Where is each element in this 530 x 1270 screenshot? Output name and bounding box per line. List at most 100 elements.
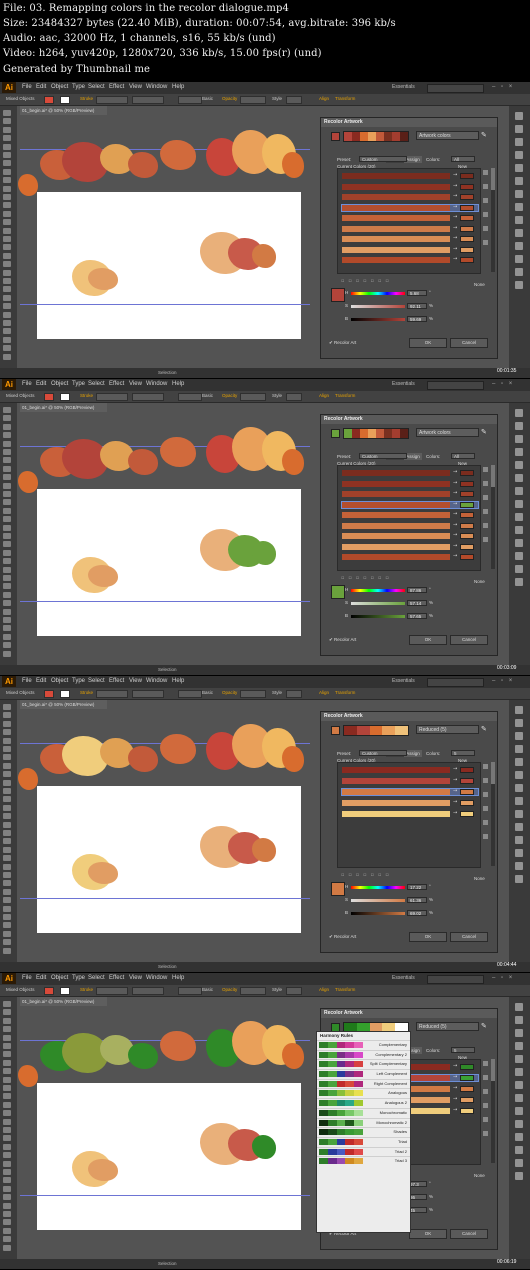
color-row[interactable]: →	[342, 469, 478, 476]
search-input[interactable]	[427, 381, 484, 390]
color-row[interactable]: →	[342, 522, 478, 529]
new-color-swatch[interactable]	[460, 1108, 474, 1114]
panel-icon[interactable]	[515, 732, 523, 740]
document-tab[interactable]: 01_begin.ai* @ 50% (RGB/Preview)	[20, 997, 107, 1006]
ok-button[interactable]: OK	[409, 338, 447, 348]
new-row-icon[interactable]	[483, 509, 488, 514]
tree-shape[interactable]	[88, 268, 118, 290]
scrollbar-thumb[interactable]	[491, 168, 495, 190]
new-color-swatch[interactable]	[460, 1064, 474, 1070]
current-color-bar[interactable]	[342, 470, 450, 476]
tool-icon[interactable]	[3, 1026, 11, 1033]
tool-icon[interactable]	[3, 177, 11, 184]
tool-icon[interactable]	[3, 1093, 11, 1100]
panel-icon[interactable]	[515, 164, 523, 172]
menu-type[interactable]: Type	[72, 84, 85, 90]
new-color-swatch[interactable]	[460, 533, 474, 539]
menu-effect[interactable]: Effect	[109, 381, 124, 387]
tool-icon[interactable]	[3, 617, 11, 623]
panel-icon[interactable]	[515, 810, 523, 818]
window-controls[interactable]: – ▫ ×	[492, 678, 514, 684]
menu-window[interactable]: Window	[146, 381, 167, 387]
tool-icon[interactable]	[3, 440, 11, 447]
random-saturation-icon[interactable]	[483, 1131, 488, 1136]
brush-line-preview[interactable]	[178, 987, 202, 995]
panel-icon[interactable]	[515, 1003, 523, 1011]
tool-icon[interactable]	[3, 1085, 11, 1091]
color-group-strip[interactable]	[343, 428, 409, 439]
arrow-icon[interactable]: →	[453, 256, 457, 262]
arrow-icon[interactable]: →	[453, 172, 457, 178]
panel-icon[interactable]	[515, 1133, 523, 1141]
menu-help[interactable]: Help	[172, 678, 184, 684]
tool-icon[interactable]	[3, 914, 11, 920]
tool-icon[interactable]	[3, 524, 11, 531]
harmony-rule-item[interactable]: Complementary 2	[317, 1049, 410, 1060]
new-color-swatch[interactable]	[460, 1075, 474, 1081]
tool-icon[interactable]	[3, 202, 11, 209]
random-order-icon[interactable]	[483, 226, 488, 231]
menu-view[interactable]: View	[129, 84, 142, 90]
new-color-swatch[interactable]	[460, 789, 474, 795]
tool-icon[interactable]	[3, 110, 11, 116]
color-group-name-field[interactable]: Artwork colors	[416, 428, 479, 437]
current-color-bar[interactable]	[342, 173, 450, 179]
tool-icon[interactable]	[3, 407, 11, 413]
tool-icon[interactable]	[3, 1160, 11, 1167]
scrollbar-thumb[interactable]	[491, 1059, 495, 1081]
arrow-icon[interactable]: →	[453, 501, 457, 507]
tool-icon[interactable]	[3, 1051, 11, 1058]
panel-icon[interactable]	[515, 552, 523, 560]
arrow-icon[interactable]: →	[453, 1096, 457, 1102]
harmony-rule-item[interactable]: Triad 3	[317, 1156, 410, 1166]
menu-select[interactable]: Select	[88, 381, 105, 387]
tool-icon[interactable]	[3, 474, 11, 481]
opacity-label[interactable]: Opacity	[222, 690, 237, 695]
current-color-bar[interactable]	[342, 512, 450, 518]
exclude-colors-icon[interactable]	[483, 495, 488, 500]
document-tab[interactable]: 01_begin.ai* @ 50% (RGB/Preview)	[20, 106, 107, 115]
new-color-swatch[interactable]	[460, 204, 474, 211]
stroke-label[interactable]: Stroke	[80, 987, 93, 992]
color-row[interactable]: →	[342, 511, 478, 518]
tool-icon[interactable]	[3, 541, 11, 548]
workspace-switcher[interactable]: Essentials	[392, 678, 415, 684]
color-row[interactable]: →	[342, 246, 478, 253]
tool-icon[interactable]	[3, 779, 11, 786]
separate-colors-icon[interactable]	[483, 778, 488, 783]
arrow-icon[interactable]: →	[453, 553, 457, 559]
recolor-art-checkbox[interactable]: ✔ Recolor Art	[329, 637, 356, 643]
tree-shape[interactable]	[88, 565, 118, 587]
panel-icon[interactable]	[515, 461, 523, 469]
random-saturation-icon[interactable]	[483, 537, 488, 542]
eyedropper-icon[interactable]: ✎	[481, 428, 487, 436]
tool-icon[interactable]	[3, 1110, 11, 1117]
new-color-swatch[interactable]	[460, 778, 474, 784]
arrow-icon[interactable]: →	[453, 235, 457, 241]
opacity-field[interactable]	[240, 987, 266, 995]
arrow-icon[interactable]: →	[453, 522, 457, 528]
harmony-rule-item[interactable]: Analogous	[317, 1088, 410, 1098]
tool-icon[interactable]	[3, 353, 11, 360]
stroke-weight-field[interactable]	[96, 987, 128, 995]
tool-icon[interactable]	[3, 1135, 11, 1142]
color-group-strip[interactable]	[343, 725, 409, 736]
tool-icon[interactable]	[3, 846, 11, 853]
tool-icon[interactable]	[3, 1202, 11, 1209]
harmony-rule-item[interactable]: Triad 2	[317, 1146, 410, 1157]
color-row[interactable]: →	[342, 810, 478, 817]
color-row[interactable]: →	[342, 553, 478, 560]
preset-dropdown[interactable]: Custom	[359, 156, 407, 162]
tool-icon[interactable]	[3, 650, 11, 657]
color-row[interactable]: →	[341, 788, 479, 796]
panel-icon[interactable]	[515, 177, 523, 185]
current-color-bar[interactable]	[342, 800, 450, 806]
tool-icon[interactable]	[3, 608, 11, 615]
color-row[interactable]: →	[342, 225, 478, 232]
arrow-icon[interactable]: →	[453, 543, 457, 549]
merge-colors-icon[interactable]	[483, 764, 488, 769]
tree-shape[interactable]	[88, 1159, 118, 1181]
eyedropper-icon[interactable]: ✎	[481, 1022, 487, 1030]
tree-shape[interactable]	[282, 449, 304, 475]
saturation-slider[interactable]	[351, 305, 405, 308]
